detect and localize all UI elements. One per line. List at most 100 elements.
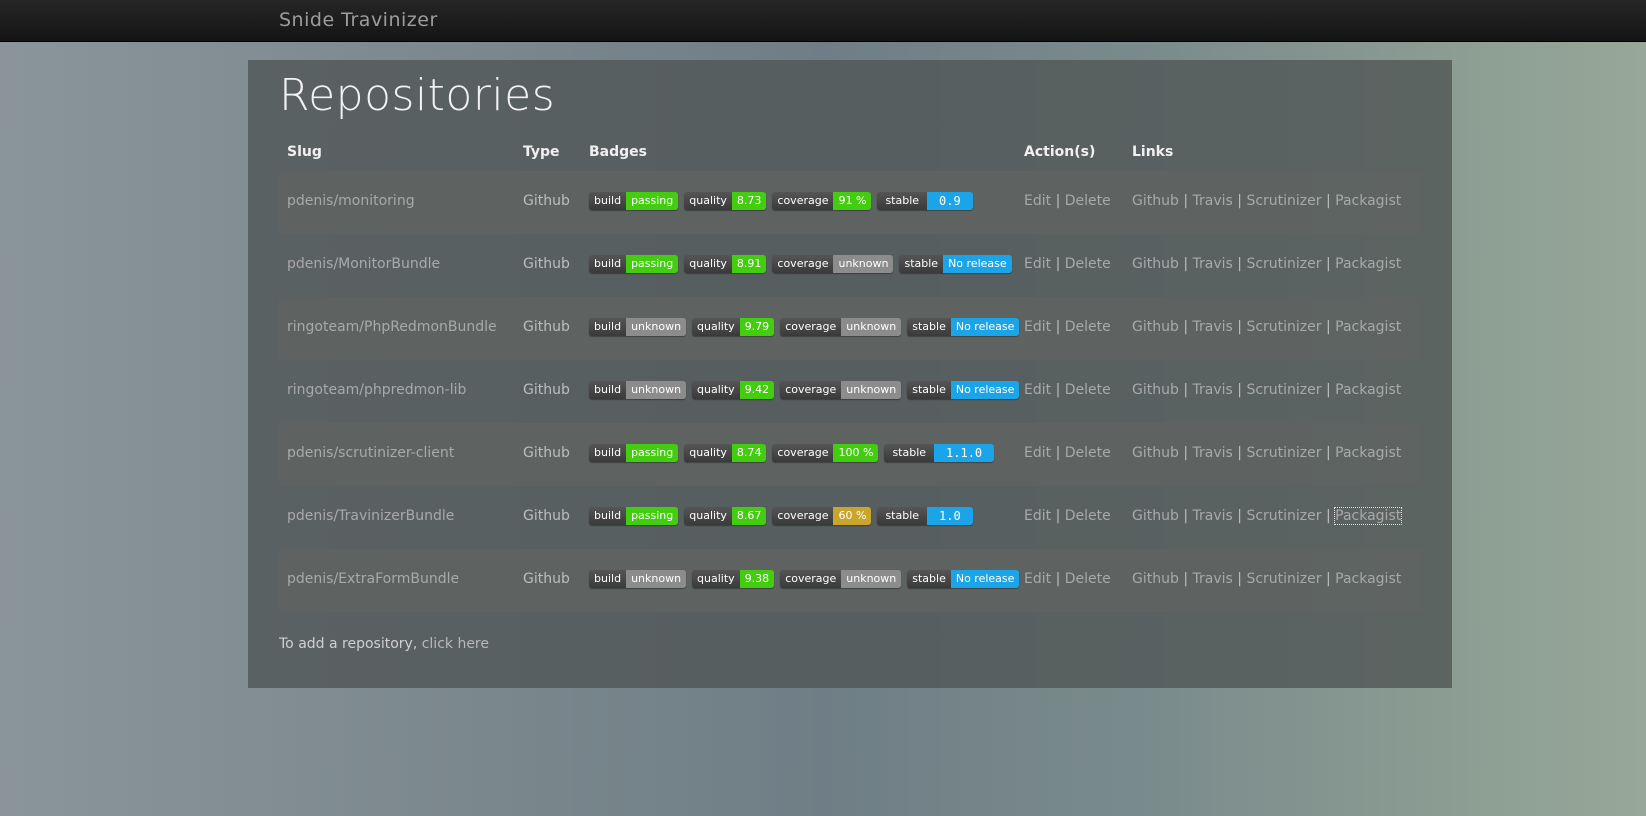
delete-link[interactable]: Delete: [1065, 571, 1111, 587]
badge-build[interactable]: build unknown: [589, 381, 687, 399]
badge-coverage[interactable]: coverage unknown: [772, 255, 894, 273]
edit-link[interactable]: Edit: [1024, 382, 1051, 398]
brand-link[interactable]: Snide Travinizer: [279, 9, 438, 31]
badge-value: 0.9: [927, 192, 973, 210]
separator: |: [1237, 256, 1242, 272]
packagist-link[interactable]: Packagist: [1335, 256, 1401, 272]
badge-build[interactable]: build passing: [589, 255, 679, 273]
scrutinizer-link[interactable]: Scrutinizer: [1246, 445, 1321, 461]
column-header-slug: Slug: [287, 144, 322, 160]
badge-stable[interactable]: stable No release: [907, 318, 1020, 336]
travis-link[interactable]: Travis: [1193, 571, 1233, 587]
delete-link[interactable]: Delete: [1065, 193, 1111, 209]
travis-link[interactable]: Travis: [1193, 382, 1233, 398]
delete-link[interactable]: Delete: [1065, 256, 1111, 272]
travis-link[interactable]: Travis: [1193, 508, 1233, 524]
badge-quality[interactable]: quality 8.73: [684, 192, 767, 210]
badge-build[interactable]: build unknown: [589, 318, 687, 336]
badge-quality[interactable]: quality 9.79: [692, 318, 775, 336]
badge-coverage[interactable]: coverage 100 %: [772, 444, 879, 462]
scrutinizer-link[interactable]: Scrutinizer: [1246, 508, 1321, 524]
badge-label: quality: [692, 570, 740, 588]
delete-link[interactable]: Delete: [1065, 445, 1111, 461]
repo-slug-link[interactable]: ringoteam/PhpRedmonBundle: [287, 319, 497, 335]
edit-link[interactable]: Edit: [1024, 508, 1051, 524]
scrutinizer-link[interactable]: Scrutinizer: [1246, 382, 1321, 398]
badge-build[interactable]: build passing: [589, 444, 679, 462]
separator: |: [1183, 571, 1189, 587]
travis-link[interactable]: Travis: [1193, 319, 1233, 335]
badge-build[interactable]: build unknown: [589, 570, 687, 588]
edit-link[interactable]: Edit: [1024, 445, 1051, 461]
badge-label: build: [589, 381, 627, 399]
edit-link[interactable]: Edit: [1024, 319, 1051, 335]
scrutinizer-link[interactable]: Scrutinizer: [1246, 319, 1321, 335]
badge-label: coverage: [772, 507, 834, 525]
links-group: Github | Travis | Scrutinizer | Packagis…: [1132, 445, 1401, 461]
travis-link[interactable]: Travis: [1193, 193, 1233, 209]
delete-link[interactable]: Delete: [1065, 319, 1111, 335]
scrutinizer-link[interactable]: Scrutinizer: [1246, 193, 1321, 209]
badge-quality[interactable]: quality 8.74: [684, 444, 767, 462]
badge-quality[interactable]: quality 8.91: [684, 255, 767, 273]
badge-coverage[interactable]: coverage 91 %: [772, 192, 872, 210]
separator: |: [1237, 319, 1242, 335]
packagist-link[interactable]: Packagist: [1335, 319, 1401, 335]
links-group: Github | Travis | Scrutinizer | Packagis…: [1132, 193, 1401, 209]
repo-slug-link[interactable]: pdenis/ExtraFormBundle: [287, 571, 459, 587]
badge-coverage[interactable]: coverage unknown: [780, 318, 902, 336]
github-link[interactable]: Github: [1132, 571, 1179, 587]
badge-coverage[interactable]: coverage unknown: [780, 381, 902, 399]
badge-label: build: [589, 318, 627, 336]
github-link[interactable]: Github: [1132, 508, 1179, 524]
badge-value: passing: [626, 255, 679, 273]
scrutinizer-link[interactable]: Scrutinizer: [1246, 256, 1321, 272]
github-link[interactable]: Github: [1132, 382, 1179, 398]
packagist-link[interactable]: Packagist: [1335, 382, 1401, 398]
badge-quality[interactable]: quality 9.38: [692, 570, 775, 588]
badge-stable[interactable]: stable No release: [907, 381, 1020, 399]
badges-group: build passing quality 8.73 coverage 91 % stabl…: [589, 192, 973, 210]
badge-stable[interactable]: stable 0.9: [877, 192, 973, 210]
packagist-link[interactable]: Packagist: [1334, 507, 1403, 525]
delete-link[interactable]: Delete: [1065, 508, 1111, 524]
badge-stable[interactable]: stable 1.1.0: [884, 444, 995, 462]
github-link[interactable]: Github: [1132, 445, 1179, 461]
edit-link[interactable]: Edit: [1024, 193, 1051, 209]
badge-build[interactable]: build passing: [589, 192, 679, 210]
badge-stable[interactable]: stable No release: [899, 255, 1012, 273]
badge-stable[interactable]: stable No release: [907, 570, 1020, 588]
scrutinizer-link[interactable]: Scrutinizer: [1246, 571, 1321, 587]
edit-link[interactable]: Edit: [1024, 571, 1051, 587]
repo-slug-link[interactable]: pdenis/scrutinizer-client: [287, 445, 454, 461]
badge-label: coverage: [780, 318, 842, 336]
separator: |: [1183, 445, 1189, 461]
github-link[interactable]: Github: [1132, 193, 1179, 209]
repo-slug-link[interactable]: pdenis/MonitorBundle: [287, 256, 440, 272]
delete-link[interactable]: Delete: [1065, 382, 1111, 398]
table-row: ringoteam/PhpRedmonBundle Github build unkn…: [279, 297, 1422, 360]
packagist-link[interactable]: Packagist: [1335, 571, 1401, 587]
github-link[interactable]: Github: [1132, 319, 1179, 335]
badge-quality[interactable]: quality 8.67: [684, 507, 767, 525]
repo-type: Github: [523, 382, 570, 398]
repo-type: Github: [523, 445, 570, 461]
badge-coverage[interactable]: coverage 60 %: [772, 507, 872, 525]
badge-build[interactable]: build passing: [589, 507, 679, 525]
packagist-link[interactable]: Packagist: [1335, 445, 1401, 461]
add-repository-link[interactable]: click here: [422, 636, 489, 652]
packagist-link[interactable]: Packagist: [1335, 193, 1401, 209]
travis-link[interactable]: Travis: [1193, 445, 1233, 461]
badge-coverage[interactable]: coverage unknown: [780, 570, 902, 588]
badge-stable[interactable]: stable 1.0: [877, 507, 973, 525]
badge-value: 9.42: [739, 381, 775, 399]
repo-slug-link[interactable]: pdenis/TravinizerBundle: [287, 508, 454, 524]
badge-value: 1.0: [927, 507, 973, 525]
repo-slug-link[interactable]: ringoteam/phpredmon-lib: [287, 382, 466, 398]
repo-slug-link[interactable]: pdenis/monitoring: [287, 193, 415, 209]
travis-link[interactable]: Travis: [1193, 256, 1233, 272]
github-link[interactable]: Github: [1132, 256, 1179, 272]
edit-link[interactable]: Edit: [1024, 256, 1051, 272]
separator: |: [1325, 193, 1331, 209]
badge-quality[interactable]: quality 9.42: [692, 381, 775, 399]
